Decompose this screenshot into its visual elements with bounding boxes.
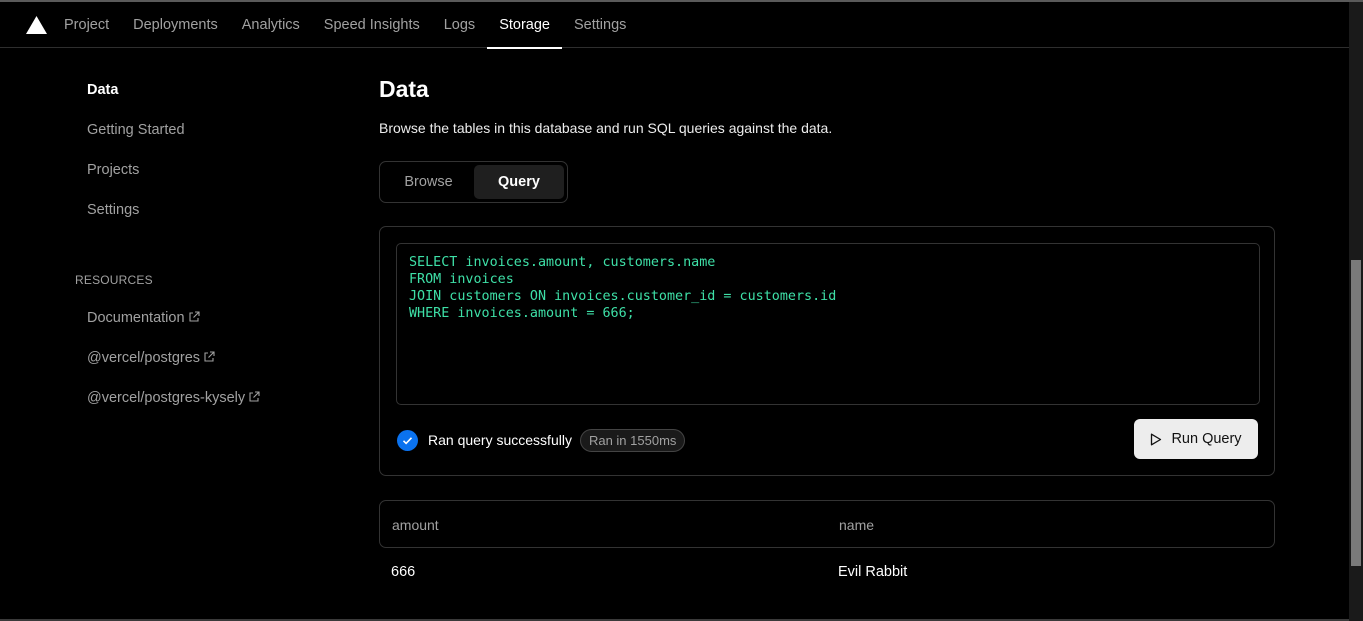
column-header-amount: amount [392,517,439,533]
sidebar-item-projects[interactable]: Projects [87,162,139,178]
page-title: Data [379,76,429,102]
scrollbar-thumb[interactable] [1351,260,1361,566]
run-query-label: Run Query [1171,431,1242,447]
timing-badge: Ran in 1550ms [579,428,686,452]
nav-tabs: Project Deployments Analytics Speed Insi… [52,2,638,49]
external-link-icon [188,311,200,322]
results-header: amount name [379,500,1275,548]
vertical-scrollbar[interactable] [1349,2,1363,621]
status-text: Ran query successfully [428,432,572,448]
resource-link-vercel-postgres-kysely[interactable]: @vercel/postgres-kysely [87,390,260,406]
sql-editor[interactable]: SELECT invoices.amount, customers.name F… [396,243,1260,405]
resource-link-label: @vercel/postgres [87,350,201,366]
view-toggle: Browse Query [379,161,568,203]
nav-tab-storage[interactable]: Storage [487,2,562,49]
play-icon [1151,433,1162,445]
cell-amount: 666 [391,564,416,580]
nav-tab-deployments[interactable]: Deployments [121,2,230,48]
query-status: Ran query successfully Ran in 1550ms [397,428,686,452]
external-link-icon [204,351,215,362]
resources-heading: RESOURCES [75,273,153,287]
query-panel: SELECT invoices.amount, customers.name F… [379,226,1275,476]
tab-browse[interactable]: Browse [383,165,474,199]
top-navigation: Project Deployments Analytics Speed Insi… [0,2,1349,49]
resource-link-documentation[interactable]: Documentation [87,310,200,326]
nav-tab-settings[interactable]: Settings [562,2,638,48]
run-query-button[interactable]: Run Query [1134,419,1258,459]
page: Project Deployments Analytics Speed Insi… [0,0,1363,621]
external-link-icon [249,391,260,402]
check-circle-icon [397,429,418,451]
sidebar-item-settings[interactable]: Settings [87,202,139,218]
cell-name: Evil Rabbit [838,564,908,580]
nav-tab-logs[interactable]: Logs [432,2,487,48]
nav-tab-project[interactable]: Project [52,2,121,48]
resource-link-label: @vercel/postgres-kysely [87,390,246,406]
page-description: Browse the tables in this database and r… [379,120,833,136]
sidebar-item-data[interactable]: Data [87,82,118,98]
nav-tab-speed-insights[interactable]: Speed Insights [312,2,432,48]
nav-tab-analytics[interactable]: Analytics [230,2,312,48]
column-header-name: name [839,517,875,533]
tab-query[interactable]: Query [474,165,564,199]
resource-link-vercel-postgres[interactable]: @vercel/postgres [87,350,215,366]
vercel-logo-icon[interactable] [26,16,47,34]
sidebar-item-getting-started[interactable]: Getting Started [87,122,185,138]
resource-link-label: Documentation [87,310,185,326]
